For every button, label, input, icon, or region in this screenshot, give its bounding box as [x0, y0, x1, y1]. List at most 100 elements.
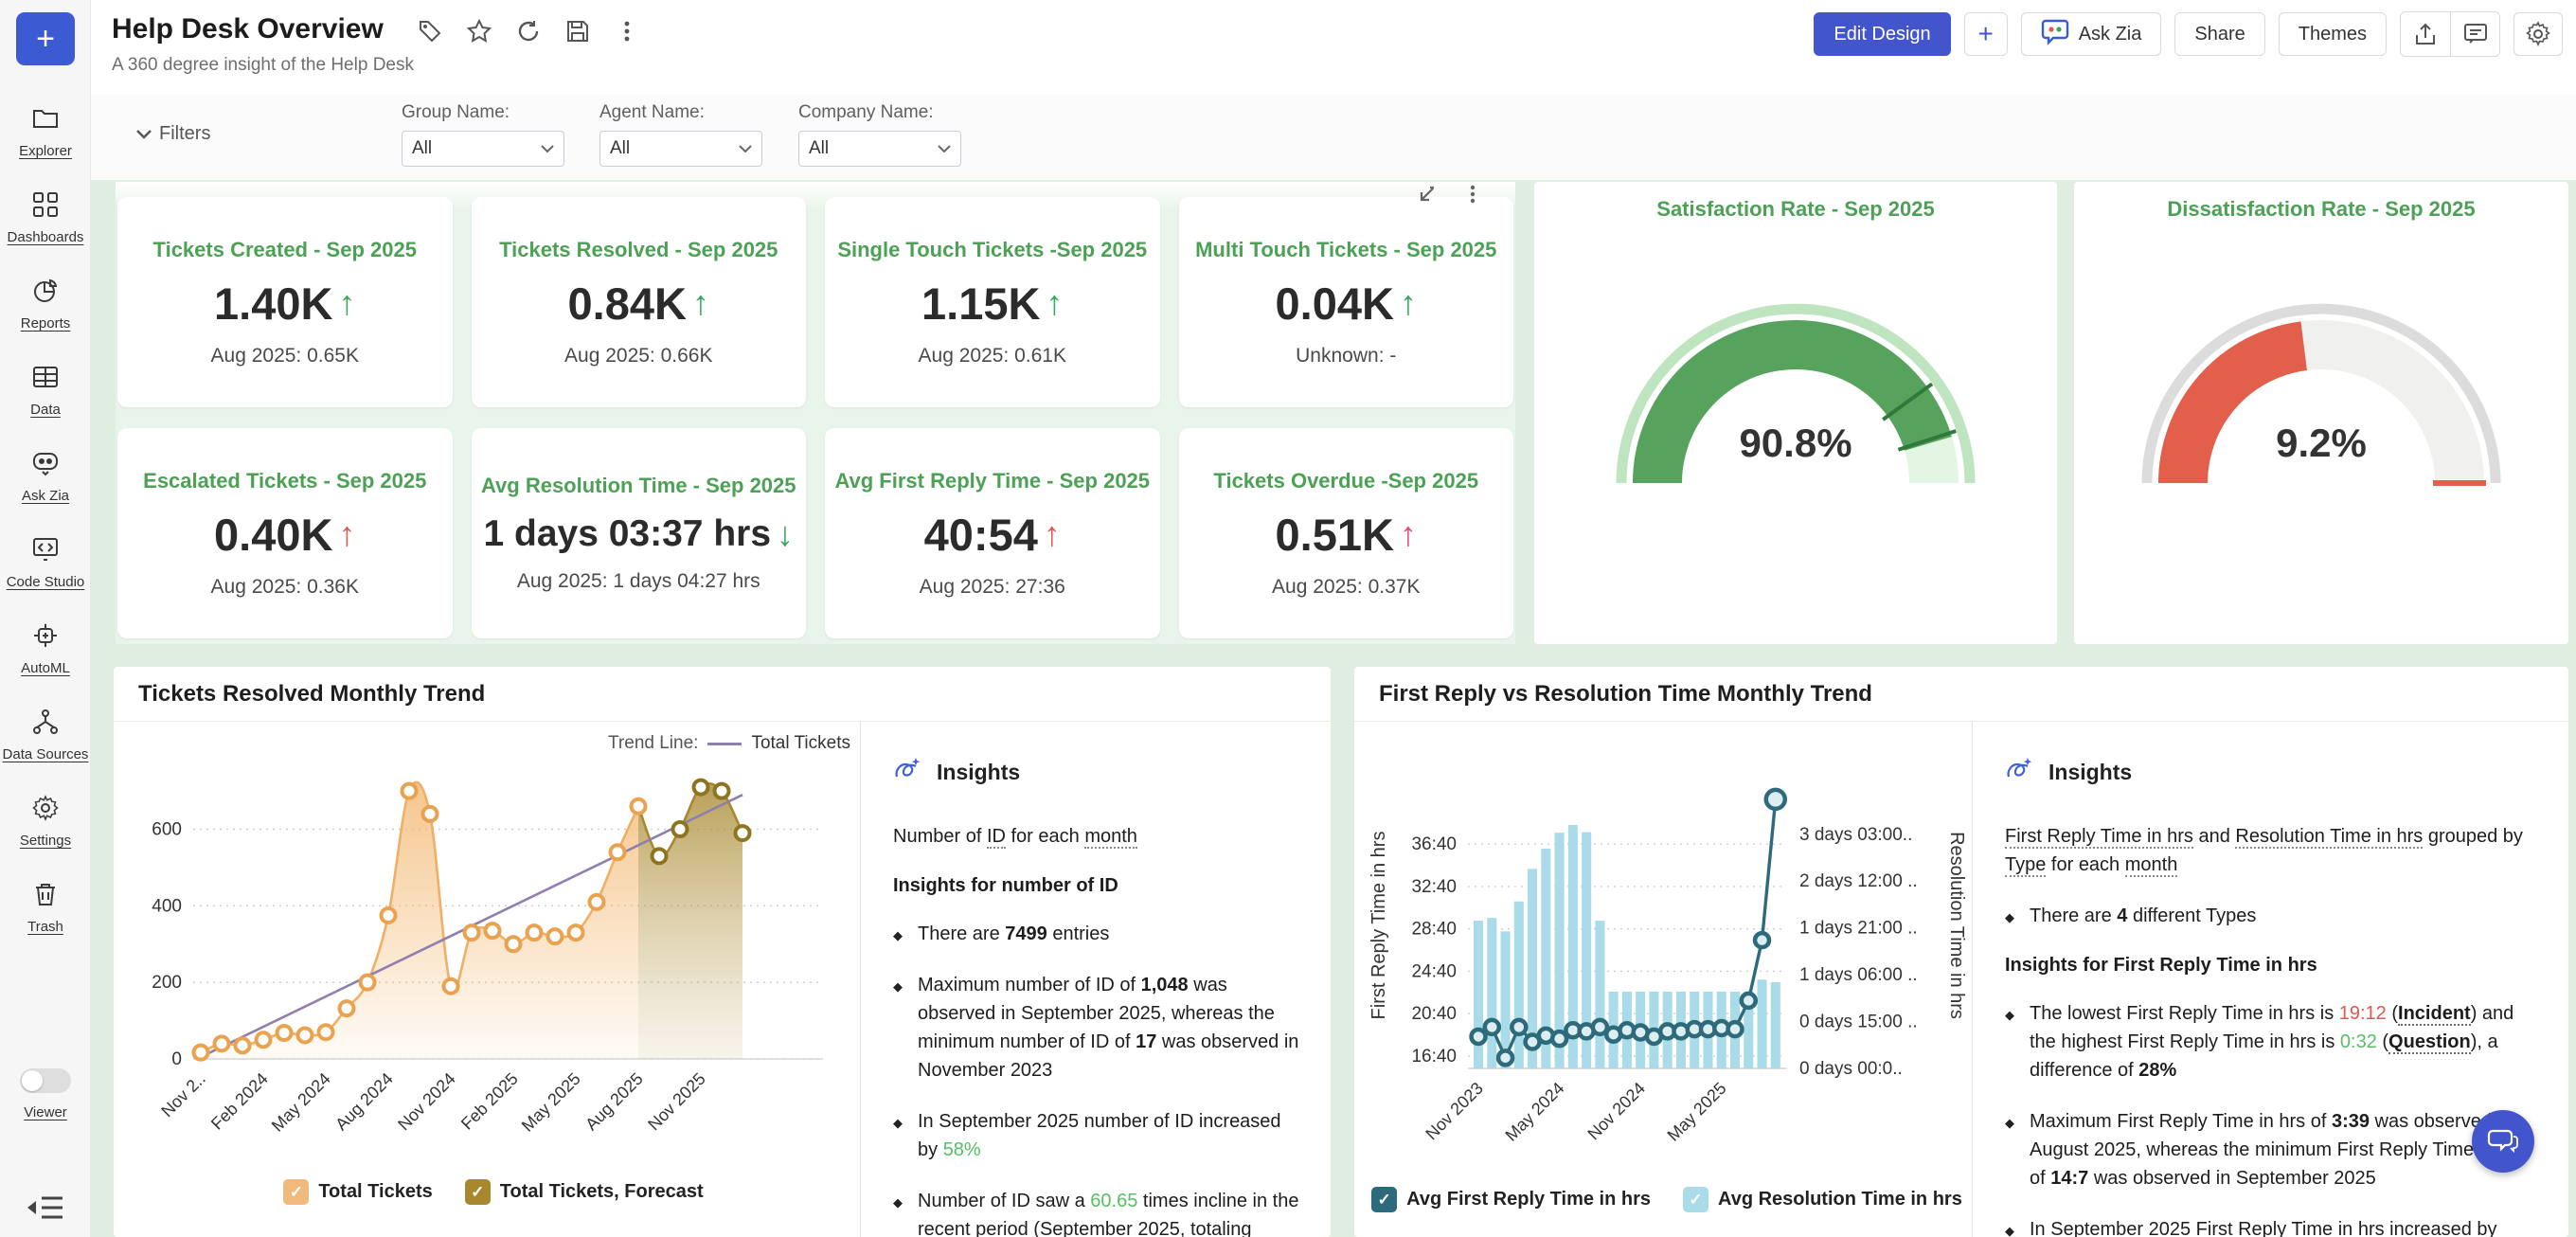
text-segment: 14:7 [2050, 1168, 2088, 1189]
tickets-resolved-legend-item-0[interactable]: ✓Total Tickets [283, 1179, 432, 1205]
refresh-icon[interactable] [516, 19, 541, 44]
ask-zia-icon [2041, 17, 2069, 51]
folder-icon [31, 104, 60, 137]
text-segment: ( [2377, 1031, 2388, 1052]
satisfaction-gauge-title: Satisfaction Rate - Sep 2025 [1534, 197, 2057, 222]
share-button[interactable]: Share [2174, 12, 2264, 56]
sidebar-item-ask-zia[interactable]: Ask Zia [0, 439, 91, 526]
dissatisfaction-gauge-panel[interactable]: Dissatisfaction Rate - Sep 2025 9.2% [2074, 182, 2568, 644]
sidebar-item-label: Data [30, 402, 61, 418]
viewer-toggle[interactable] [20, 1068, 71, 1093]
text-segment: 19:12 [2339, 1003, 2387, 1024]
kpi-card-4[interactable]: Escalated Tickets - Sep 20250.40K↑Aug 20… [117, 428, 453, 638]
sidebar-item-data-sources[interactable]: Data Sources [0, 698, 91, 784]
text-segment: Number of ID saw a [918, 1191, 1090, 1211]
help-desk-dashboard: + ExplorerDashboardsReportsDataAsk ZiaCo… [0, 0, 2576, 1237]
kpi-card-2[interactable]: Single Touch Tickets -Sep 20251.15K↑Aug … [825, 197, 1160, 407]
reply-resolution-legend-item-1[interactable]: ✓Avg Resolution Time in hrs [1683, 1187, 1962, 1212]
new-button[interactable]: + [16, 12, 75, 65]
reports-icon [31, 277, 60, 310]
reply-vs-resolution-panel-head: First Reply vs Resolution Time Monthly T… [1354, 667, 2568, 722]
kpi-card-5[interactable]: Avg Resolution Time - Sep 20251 days 03:… [472, 428, 807, 638]
legend-checkbox[interactable]: ✓ [465, 1179, 491, 1205]
sidebar-item-code-studio[interactable]: Code Studio [0, 526, 91, 612]
themes-button[interactable]: Themes [2279, 12, 2387, 56]
zia-chat-fab[interactable] [2472, 1110, 2534, 1173]
star-icon[interactable] [467, 19, 492, 44]
kpi-card-6[interactable]: Avg First Reply Time - Sep 202540:54↑Aug… [825, 428, 1160, 638]
legend-checkbox[interactable]: ✓ [1683, 1187, 1708, 1212]
kpi-card-3[interactable]: Multi Touch Tickets - Sep 20250.04K↑Unkn… [1179, 197, 1514, 407]
svg-text:May 2024: May 2024 [1501, 1079, 1567, 1145]
kpi-card-0[interactable]: Tickets Created - Sep 20251.40K↑Aug 2025… [117, 197, 453, 407]
tickets-resolved-chart-zone[interactable]: Trend Line: Total Tickets 0200400600Nov … [114, 722, 860, 1237]
reply-vs-resolution-panel: First Reply vs Resolution Time Monthly T… [1354, 667, 2568, 1237]
kpi-card-title: Multi Touch Tickets - Sep 2025 [1195, 238, 1496, 262]
kpi-widget: Tickets Created - Sep 20251.40K↑Aug 2025… [116, 182, 1515, 644]
arrow-up-icon: ↑ [1044, 514, 1061, 554]
save-icon[interactable] [565, 19, 590, 44]
svg-text:2 days 12:00 ..: 2 days 12:00 .. [1799, 871, 1918, 891]
sidebar-item-data[interactable]: Data [0, 353, 91, 439]
text-segment: First Reply Time in hrs [2005, 826, 2193, 849]
add-button[interactable]: + [1964, 12, 2008, 56]
header-icon-group [2400, 11, 2500, 57]
svg-text:1 days 06:00 ..: 1 days 06:00 .. [1799, 965, 1918, 985]
export-icon[interactable] [2401, 12, 2450, 56]
kpi-card-title: Avg Resolution Time - Sep 2025 [481, 474, 796, 498]
sidebar-item-automl[interactable]: AutoML [0, 612, 91, 698]
svg-text:May 2024: May 2024 [268, 1069, 334, 1136]
bullet-diamond-icon: ◆ [2005, 1114, 2014, 1192]
header-actions: Edit Design + Ask Zia Share Themes [1814, 11, 2563, 57]
legend-checkbox[interactable]: ✓ [283, 1179, 309, 1205]
settings-gear-icon[interactable] [2513, 12, 2563, 56]
comment-icon[interactable] [2450, 12, 2499, 56]
text-segment: 4 [2117, 905, 2127, 926]
reply-vs-resolution-chart-zone[interactable]: 16:4020:4024:4028:4032:4036:400 days 00:… [1354, 722, 1972, 1237]
kpi-card-7[interactable]: Tickets Overdue -Sep 20250.51K↑Aug 2025:… [1179, 428, 1514, 638]
group-name-select[interactable]: All [402, 131, 564, 167]
sidebar-item-reports[interactable]: Reports [0, 267, 91, 353]
reply-vs-resolution-chart[interactable]: 16:4020:4024:4028:4032:4036:400 days 00:… [1362, 735, 1968, 1180]
edit-design-button[interactable]: Edit Design [1814, 12, 1950, 56]
dissatisfaction-gauge: 9.2% [2094, 239, 2549, 551]
kpi-card-subtext: Aug 2025: 27:36 [920, 576, 1065, 599]
sidebar-item-dashboards[interactable]: Dashboards [0, 181, 91, 267]
filters-toggle[interactable]: Filters [136, 123, 210, 145]
kpi-card-title: Avg First Reply Time - Sep 2025 [834, 469, 1150, 493]
svg-text:Nov 2024: Nov 2024 [1583, 1079, 1649, 1144]
legend-checkbox[interactable]: ✓ [1371, 1187, 1397, 1212]
agent-name-select[interactable]: All [599, 131, 762, 167]
text-segment: for each [1006, 826, 1084, 847]
sidebar-item-trash[interactable]: Trash [0, 870, 91, 957]
ask-zia-button[interactable]: Ask Zia [2021, 12, 2162, 56]
tickets-resolved-panel-head: Tickets Resolved Monthly Trend [114, 667, 1331, 722]
tickets-resolved-chart[interactable]: 0200400600Nov 2..Feb 2024May 2024Aug 202… [127, 727, 847, 1173]
dissatisfaction-gauge-title: Dissatisfaction Rate - Sep 2025 [2074, 197, 2568, 222]
insight-bullet: ◆The lowest First Reply Time in hrs is 1… [2005, 999, 2540, 1085]
svg-text:16:40: 16:40 [1411, 1047, 1457, 1067]
code-studio-icon [31, 535, 60, 568]
svg-text:600: 600 [152, 820, 182, 840]
expand-icon[interactable] [1417, 184, 1438, 205]
collapse-sidebar-icon[interactable] [25, 1192, 66, 1224]
kpi-card-1[interactable]: Tickets Resolved - Sep 20250.84K↑Aug 202… [472, 197, 807, 407]
svg-text:200: 200 [152, 973, 182, 993]
chevron-down-icon [136, 130, 152, 139]
sidebar-item-explorer[interactable]: Explorer [0, 95, 91, 181]
more-icon[interactable] [615, 19, 639, 44]
satisfaction-gauge-panel[interactable]: Satisfaction Rate - Sep 2025 90.8% [1534, 182, 2057, 644]
company-name-select[interactable]: All [798, 131, 961, 167]
sidebar-item-settings[interactable]: Settings [0, 784, 91, 870]
tickets-resolved-legend-item-1[interactable]: ✓Total Tickets, Forecast [465, 1179, 704, 1205]
kebab-menu-icon[interactable] [1462, 184, 1483, 205]
arrow-up-icon: ↑ [338, 283, 355, 323]
arrow-up-icon: ↑ [338, 514, 355, 554]
tag-icon[interactable] [418, 19, 442, 44]
kpi-card-subtext: Aug 2025: 0.66K [564, 345, 712, 368]
svg-text:28:40: 28:40 [1411, 920, 1457, 940]
sidebar-item-label: Explorer [19, 143, 72, 159]
svg-text:May 2025: May 2025 [518, 1069, 584, 1136]
group-name-value: All [412, 138, 432, 159]
reply-resolution-legend-item-0[interactable]: ✓Avg First Reply Time in hrs [1371, 1187, 1651, 1212]
